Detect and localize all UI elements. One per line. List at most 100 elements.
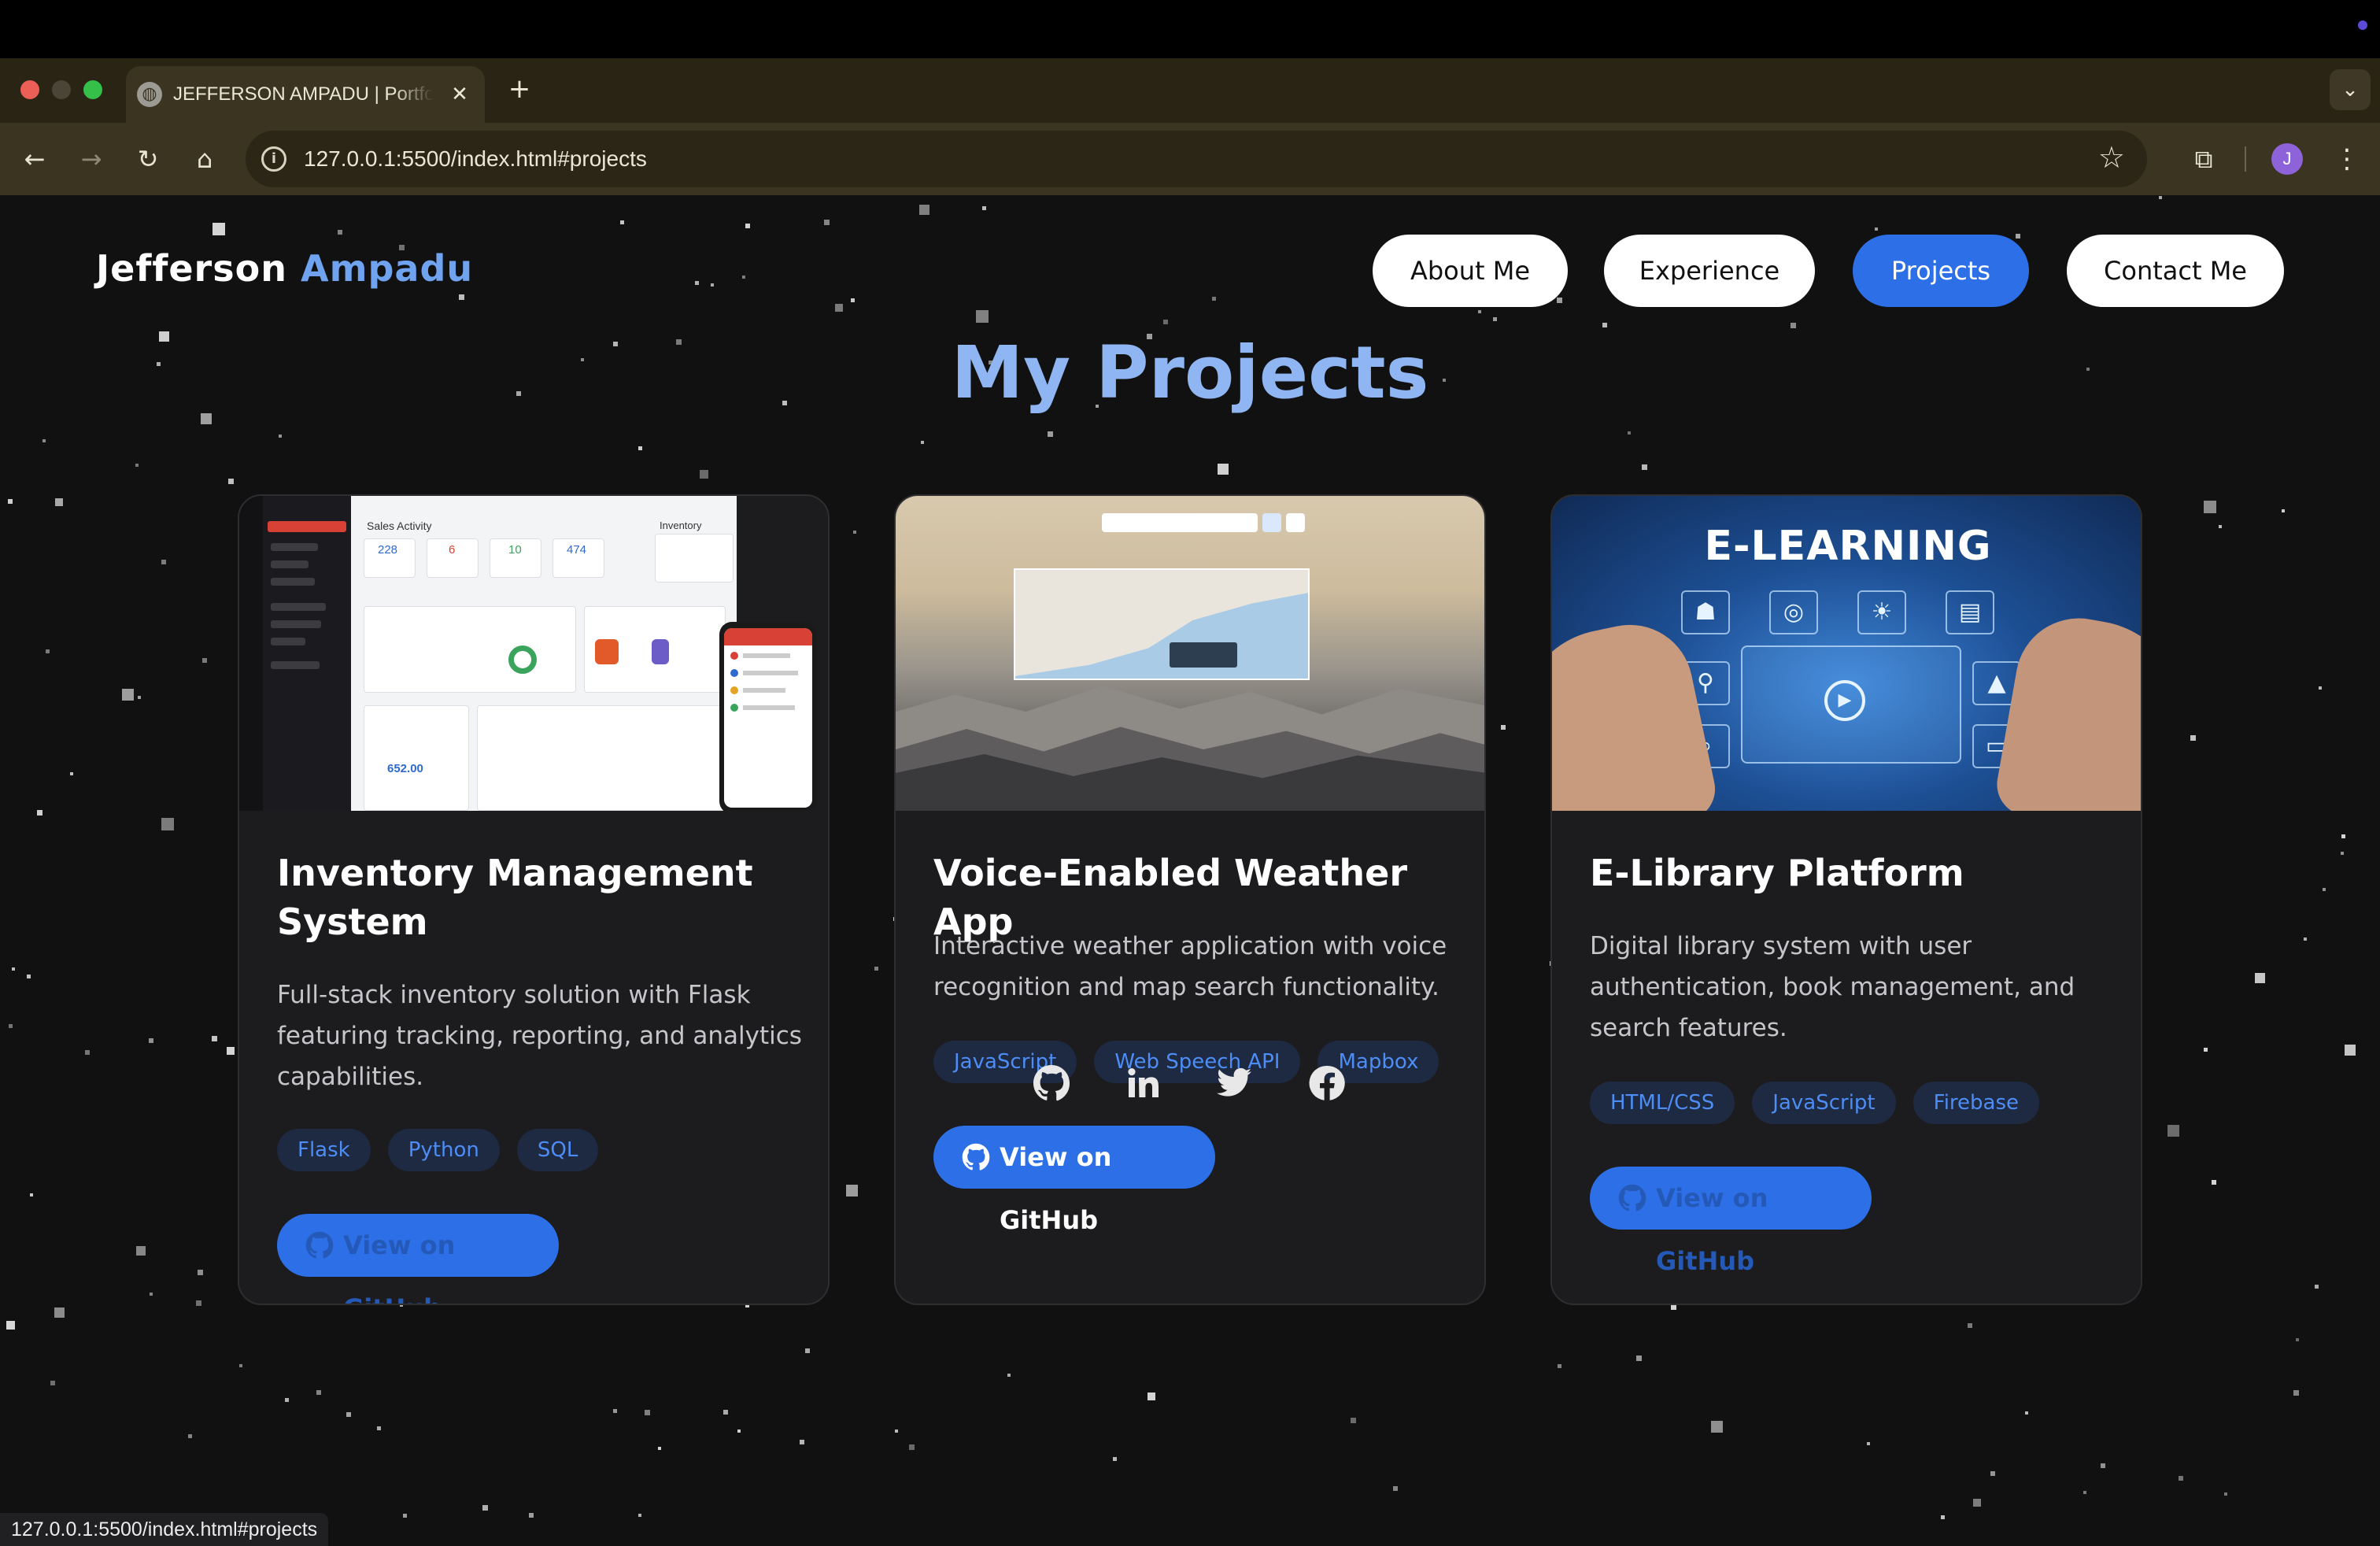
star-particle [377,1426,381,1430]
star-particle [6,1321,15,1330]
home-icon[interactable]: ⌂ [186,140,224,178]
profile-avatar[interactable]: J [2271,143,2303,175]
star-particle [1636,1356,1642,1361]
brand-first-name: Jefferson [96,247,287,290]
inv-stat-1: 228 [378,543,398,557]
nav-about-button[interactable]: About Me [1373,235,1568,307]
star-particle [1113,1457,1117,1461]
star-particle [895,1429,898,1433]
star-particle [2101,1463,2105,1468]
star-particle [2025,1411,2028,1415]
project-card-weather: Voice-Enabled Weather App Interactive we… [894,494,1486,1305]
zoom-window-button[interactable] [83,80,102,99]
reload-icon[interactable]: ↻ [129,140,167,178]
view-on-github-button[interactable]: View on GitHub [277,1214,559,1304]
nav-contact-button[interactable]: Contact Me [2067,235,2284,307]
star-particle [737,1429,741,1433]
github-button-label: View on GitHub [343,1230,456,1304]
tab-search-chevron-icon[interactable]: ⌄ [2330,69,2371,110]
star-particle [921,441,924,444]
star-particle [2323,888,2326,891]
star-particle [135,464,139,467]
site-info-icon[interactable]: i [261,146,286,172]
nav-experience-button[interactable]: Experience [1604,235,1815,307]
status-url-tooltip: 127.0.0.1:5500/index.html#projects [0,1513,329,1546]
star-particle [1557,298,1562,303]
new-tab-button[interactable]: + [504,74,535,105]
back-arrow-icon[interactable]: ← [16,140,54,178]
star-particle [723,1410,728,1415]
github-button-label: View on GitHub [1000,1142,1112,1235]
star-particle [2159,196,2162,199]
tech-tag: SQL [516,1129,599,1171]
star-particle [851,298,855,302]
section-title: My Projects [951,331,1429,415]
view-on-github-button[interactable]: View on GitHub [1590,1167,1872,1276]
browser-menu-kebab-icon[interactable]: ⋮ [2331,140,2363,178]
star-particle [645,1410,650,1415]
inv-stat-2: 6 [449,543,456,557]
address-bar[interactable]: i 127.0.0.1:5500/index.html#projects ☆ [246,131,2147,187]
star-particle [1941,1515,1945,1519]
tab-title: JEFFERSON AMPADU | Portfolio [173,83,433,105]
star-particle [1007,1374,1011,1377]
graduation-group-icon: ☗ [1681,590,1730,634]
star-particle [529,1513,534,1518]
star-particle [213,223,225,235]
bookmark-star-icon[interactable]: ☆ [2098,140,2125,175]
toolbar-divider [2245,146,2246,172]
inv-quantity-total: 652.00 [387,762,423,775]
star-particle [338,230,342,235]
extensions-puzzle-icon[interactable]: ⧉ [2185,140,2223,178]
star-particle [8,499,13,504]
star-particle [982,206,986,210]
star-particle [1875,227,1878,231]
star-particle [1478,310,1481,313]
star-particle [212,1036,217,1041]
star-particle [161,818,174,830]
star-particle [2212,1180,2216,1185]
star-particle [46,649,50,653]
star-particle [800,1440,804,1444]
page-viewport: Jefferson Ampadu About Me Experience Pro… [0,195,2380,1546]
facebook-icon[interactable] [1308,1064,1346,1102]
weather-mic-icon [1286,513,1305,532]
linkedin-icon[interactable] [1124,1064,1162,1102]
star-particle [122,689,134,701]
star-particle [30,1193,33,1196]
star-particle [700,470,708,479]
book-icon: ▤ [1946,590,1994,634]
site-brand[interactable]: Jefferson Ampadu [96,247,473,290]
close-window-button[interactable] [20,80,39,99]
star-particle [2319,686,2322,690]
star-particle [919,205,929,215]
nav-projects-button[interactable]: Projects [1853,235,2029,307]
url-text[interactable]: 127.0.0.1:5500/index.html#projects [304,146,647,172]
star-particle [9,1024,13,1028]
project-card-inventory: Sales Activity Inventory Summary 228 6 1… [238,494,830,1305]
star-particle [835,304,843,312]
github-icon[interactable] [1033,1064,1070,1102]
star-particle [228,479,234,484]
star-particle [2204,1048,2208,1052]
star-particle [1148,1393,1155,1400]
browser-tab[interactable]: ◍ JEFFERSON AMPADU | Portfolio ✕ [126,66,485,123]
tab-close-button[interactable]: ✕ [444,79,475,110]
star-particle [1493,317,1497,321]
minimize-window-button[interactable] [52,80,71,99]
phone-mockup [719,622,817,811]
weather-map [1014,568,1310,680]
star-particle [2282,509,2285,512]
star-particle [1602,323,1607,327]
star-particle [909,1444,915,1450]
star-particle [138,696,141,699]
project-description: Interactive weather application with voi… [933,932,1447,1001]
forward-arrow-icon[interactable]: → [72,140,110,178]
star-particle [2341,834,2345,838]
twitter-icon[interactable] [1215,1064,1253,1102]
star-particle [161,560,166,564]
weather-app-screenshot [896,496,1484,811]
star-particle [1393,1486,1398,1491]
browser-toolbar: ← → ↻ ⌂ i 127.0.0.1:5500/index.html#proj… [0,123,2380,195]
view-on-github-button[interactable]: View on GitHub [933,1126,1215,1235]
